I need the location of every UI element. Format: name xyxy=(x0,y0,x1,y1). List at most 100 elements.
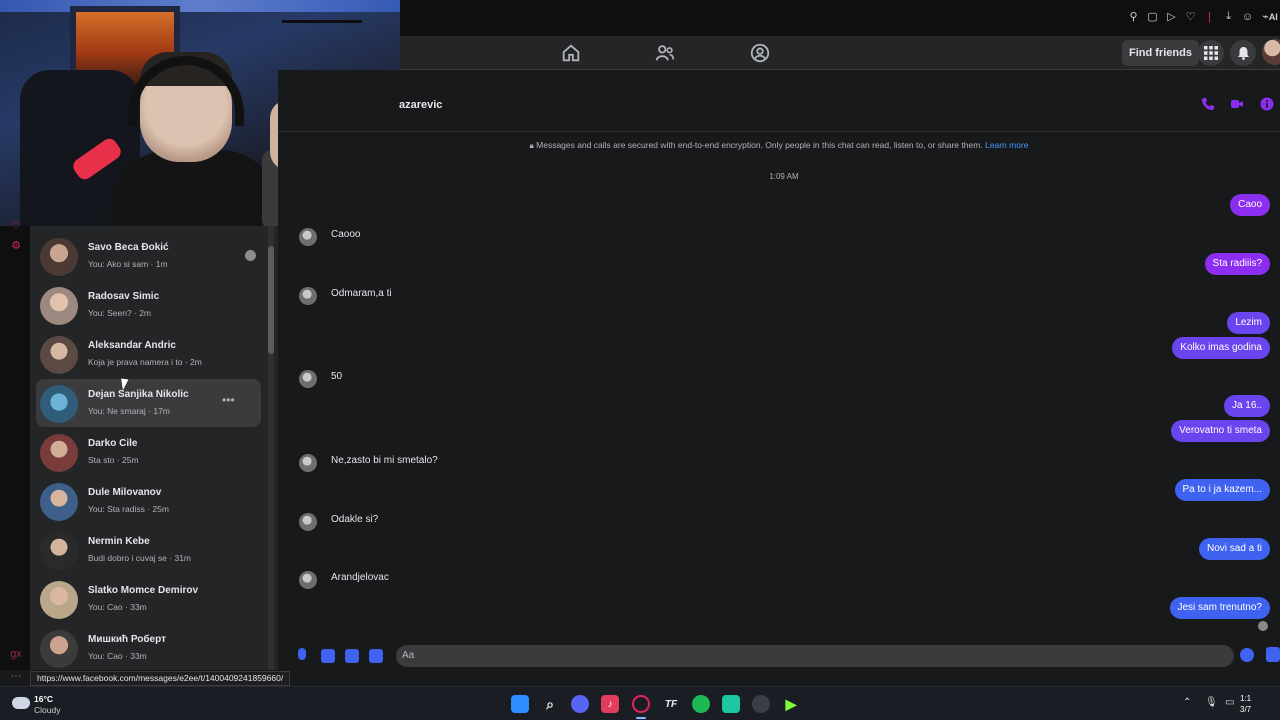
download-icon[interactable]: ⤓ xyxy=(1222,10,1235,23)
screen: ⚲ ▢ ▷ ♡ | ⤓ ☺ ⌁AI Find friends ♡ ⚙ gx ··… xyxy=(0,0,1280,720)
encryption-notice: 🔒︎ Messages and calls are secured with e… xyxy=(278,140,1280,151)
find-friends-button[interactable]: Find friends xyxy=(1122,40,1199,66)
gif-icon[interactable] xyxy=(369,649,383,663)
groups-icon[interactable] xyxy=(749,42,771,64)
outgoing-message[interactable]: Lezim xyxy=(1227,312,1270,334)
chat-list-item[interactable]: Мишкић Роберт You: Cao · 33m xyxy=(36,624,261,670)
emoji-icon[interactable] xyxy=(1240,648,1254,662)
avatar xyxy=(40,532,78,570)
tf-icon[interactable]: TF xyxy=(662,695,680,713)
chat-name: Radosav Simic xyxy=(88,291,160,302)
conversation-title[interactable]: azarevic xyxy=(399,99,442,111)
search-icon[interactable]: ⌕ xyxy=(541,695,559,713)
scrollbar-thumb[interactable] xyxy=(268,246,274,354)
sidebar-more-icon[interactable]: ··· xyxy=(10,670,22,682)
record-icon[interactable]: | xyxy=(1203,11,1216,23)
video-call-icon[interactable] xyxy=(1230,97,1244,111)
incoming-message[interactable]: Ne,zasto bi mi smetalo? xyxy=(324,450,445,472)
app-icon[interactable] xyxy=(722,695,740,713)
discord-icon[interactable] xyxy=(571,695,589,713)
phone-icon[interactable] xyxy=(1201,97,1215,111)
chat-name: Мишкић Роберт xyxy=(88,634,166,645)
menu-grid-button[interactable] xyxy=(1198,40,1224,66)
chat-list-item[interactable]: Darko Cile Sta sto · 25m xyxy=(36,428,261,476)
chat-list-scrollbar[interactable] xyxy=(268,226,274,670)
chat-preview: Koja je prava namera i to · 2m xyxy=(88,357,202,367)
outgoing-message[interactable]: Novi sad a ti xyxy=(1198,538,1270,560)
learn-more-link[interactable]: Learn more xyxy=(985,140,1028,150)
mic-tray-icon[interactable]: 🎙︎ xyxy=(1205,697,1218,708)
chat-name: Slatko Momce Demirov xyxy=(88,585,199,596)
browser-toolbar-icons: ⚲ ▢ ▷ ♡ | ⤓ ☺ ⌁AI xyxy=(1127,10,1280,23)
info-icon[interactable] xyxy=(1260,97,1274,111)
message-timestamp: 1:09 AM xyxy=(769,172,799,181)
outgoing-message[interactable]: Kolko imas godina xyxy=(1172,337,1270,359)
incoming-message[interactable]: 50 xyxy=(324,366,350,388)
game-icon[interactable]: ▶ xyxy=(782,695,800,713)
windows-start-icon[interactable] xyxy=(511,695,529,713)
outgoing-message[interactable]: Ja 16.. xyxy=(1223,395,1270,417)
sender-avatar[interactable] xyxy=(299,454,317,472)
sender-avatar[interactable] xyxy=(299,370,317,388)
ai-label: AI xyxy=(1268,12,1278,22)
avatar xyxy=(40,483,78,521)
spotify-icon[interactable] xyxy=(692,695,710,713)
chevron-up-icon[interactable]: ⌃ xyxy=(1183,697,1191,708)
sidebar-heart-icon[interactable]: ♡ xyxy=(10,220,22,232)
chat-name: Savo Beca Đokić xyxy=(88,242,169,253)
incoming-message[interactable]: Arandjelovac xyxy=(324,567,396,589)
outgoing-message[interactable]: Jesi sam trenutno? xyxy=(1169,597,1270,619)
microphone-icon[interactable] xyxy=(298,648,306,660)
window-icon[interactable]: ▢ xyxy=(1146,10,1159,23)
weather-description[interactable]: Cloudy xyxy=(34,705,60,715)
home-icon[interactable] xyxy=(560,42,582,64)
sidebar-gx-icon[interactable]: gx xyxy=(10,648,22,660)
friends-icon[interactable] xyxy=(654,42,676,64)
heart-icon[interactable]: ♡ xyxy=(1184,10,1197,23)
sender-avatar[interactable] xyxy=(299,571,317,589)
notifications-button[interactable] xyxy=(1230,40,1256,66)
steam-icon[interactable] xyxy=(752,695,770,713)
avatar xyxy=(40,434,78,472)
chat-list-item[interactable]: Nermin Kebe Budi dobro i cuvaj se · 31m xyxy=(36,526,261,574)
conversation-panel: azarevic 🔒︎ Messages and calls are secur… xyxy=(278,70,1280,670)
sender-avatar[interactable] xyxy=(299,228,317,246)
ai-icon[interactable]: ⌁AI xyxy=(1260,10,1280,23)
play-icon[interactable]: ▷ xyxy=(1165,10,1178,23)
network-icon[interactable]: ▭ xyxy=(1225,697,1234,708)
thumbs-up-icon[interactable] xyxy=(1266,647,1280,662)
chat-list-item[interactable]: Dejan Sanjika Nikolic You: Ne smaraj · 1… xyxy=(36,379,261,427)
sidebar-settings-icon[interactable]: ⚙ xyxy=(10,240,22,252)
chat-list-item[interactable]: Dule Milovanov You: Sta radiss · 25m xyxy=(36,477,261,525)
chat-list-item[interactable]: Aleksandar Andric Koja je prava namera i… xyxy=(36,330,261,378)
outgoing-message[interactable]: Pa to i ja kazem... xyxy=(1174,479,1270,501)
chat-preview: Sta sto · 25m xyxy=(88,455,139,465)
sender-avatar[interactable] xyxy=(299,513,317,531)
sender-avatar[interactable] xyxy=(299,287,317,305)
encryption-text: Messages and calls are secured with end-… xyxy=(536,140,983,150)
avatar xyxy=(40,287,78,325)
outgoing-message[interactable]: Sta radiiis? xyxy=(1204,253,1270,275)
cloud-icon[interactable] xyxy=(12,697,30,709)
outgoing-message[interactable]: Caoo xyxy=(1230,194,1270,216)
sticker-icon[interactable] xyxy=(345,649,359,663)
incoming-message[interactable]: Caooo xyxy=(324,224,368,246)
chat-list-item[interactable]: Radosav Simic You: Seen? · 2m xyxy=(36,281,261,329)
photo-icon[interactable] xyxy=(321,649,335,663)
tiktok-icon[interactable]: ♪ xyxy=(601,695,619,713)
profile-icon[interactable]: ☺ xyxy=(1241,11,1254,23)
clock-time[interactable]: 1:1 xyxy=(1240,694,1251,703)
clock-date[interactable]: 3/7 xyxy=(1240,705,1251,714)
chat-list-item[interactable]: Slatko Momce Demirov You: Cao · 33m xyxy=(36,575,261,623)
more-options-icon[interactable]: ••• xyxy=(222,393,235,407)
opera-gx-icon[interactable] xyxy=(632,695,650,713)
incoming-message[interactable]: Odakle si? xyxy=(324,509,386,531)
chat-list-item[interactable]: Savo Beca Đokić You: Ako si sam · 1m xyxy=(36,232,261,280)
outgoing-message[interactable]: Verovatno ti smeta xyxy=(1171,420,1270,442)
weather-temperature[interactable]: 16°C xyxy=(34,694,53,704)
seen-avatar-icon xyxy=(245,250,256,261)
message-input[interactable]: Aa xyxy=(396,645,1234,667)
incoming-message[interactable]: Odmaram,a ti xyxy=(324,283,399,305)
bookmark-icon[interactable]: ⚲ xyxy=(1127,10,1140,23)
chat-preview: You: Sta radiss · 25m xyxy=(88,504,169,514)
